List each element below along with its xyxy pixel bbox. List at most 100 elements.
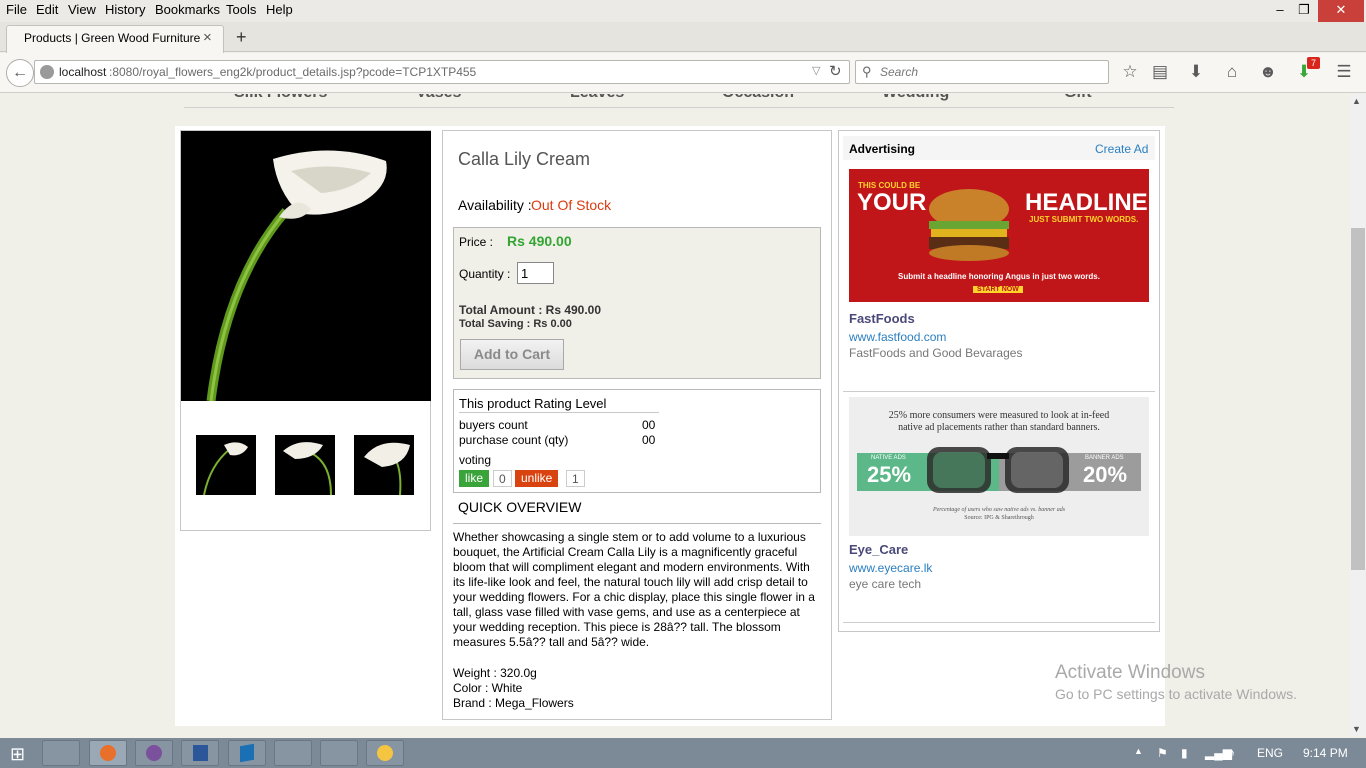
thumbnail-3[interactable] (354, 435, 414, 496)
flag-icon[interactable]: ⚑ (1157, 746, 1168, 760)
quantity-input[interactable] (517, 262, 554, 284)
menu-edit[interactable]: Edit (36, 2, 58, 17)
overview-divider (453, 523, 821, 524)
url-host: localhost (59, 65, 107, 79)
home-icon[interactable]: ⌂ (1220, 61, 1244, 83)
rating-title: This product Rating Level (459, 396, 659, 413)
eyecare-banner[interactable]: 25% more consumers were measured to look… (849, 397, 1149, 536)
product-main-image[interactable] (181, 131, 431, 402)
category-silk-flowers[interactable]: Silk Flowers (234, 94, 327, 102)
globe-icon[interactable] (40, 65, 54, 79)
ad1-url[interactable]: www.fastfood.com (849, 330, 946, 344)
total-saving: Total Saving : Rs 0.00 (459, 318, 572, 330)
activate-windows-subtitle: Go to PC settings to activate Windows. (1055, 686, 1297, 702)
menu-tools[interactable]: Tools (226, 2, 256, 17)
quick-overview-title: QUICK OVERVIEW (458, 499, 582, 515)
quantity-label: Quantity : (459, 267, 511, 281)
restore-icon[interactable]: ❐ (1292, 0, 1316, 22)
chat-icon[interactable]: ☻ (1256, 61, 1280, 83)
ad2-name[interactable]: Eye_Care (849, 542, 908, 557)
banner-your: YOUR (857, 189, 927, 216)
unlike-count: 1 (566, 470, 585, 487)
product-description: Whether showcasing a single stem or to a… (453, 530, 815, 649)
price-value: Rs 490.00 (507, 233, 572, 249)
battery-icon[interactable]: ▮ (1181, 746, 1188, 760)
category-wedding[interactable]: Wedding (882, 94, 949, 102)
scrollbar-thumb[interactable] (1351, 228, 1365, 570)
ad1-desc: FastFoods and Good Bevarages (849, 346, 1023, 360)
paint-logo-icon (377, 745, 393, 761)
reading-list-icon[interactable]: ▤ (1148, 61, 1172, 83)
file-explorer-icon[interactable] (42, 740, 80, 766)
close-window-icon[interactable]: ✕ (1318, 0, 1364, 22)
banner-line1: 25% more consumers were measured to look… (888, 410, 1110, 421)
reload-icon[interactable]: ↻ (829, 62, 842, 80)
footnote-1: Percentage of users who saw native ads v… (932, 507, 1066, 513)
ad2-desc: eye care tech (849, 577, 922, 591)
category-vases[interactable]: Vases (416, 94, 461, 102)
banner-line2: native ad placements rather than standar… (898, 422, 1100, 433)
total-amount: Total Amount : Rs 490.00 (459, 303, 602, 317)
banner-ads-value: 20% (1083, 462, 1128, 487)
image-viewer-icon[interactable] (274, 740, 312, 766)
back-icon[interactable]: ← (6, 59, 34, 87)
tray-expand-icon[interactable]: ▲ (1134, 746, 1143, 756)
fastfood-banner[interactable]: THIS COULD BE YOUR HEADLINE. JUST SUBMIT… (849, 169, 1149, 302)
network-icon[interactable]: ▂▄▆ (1205, 746, 1232, 760)
unlike-button[interactable]: unlike (515, 470, 559, 487)
search-placeholder: Search (880, 65, 919, 79)
native-label: NATIVE ADS (871, 455, 906, 461)
scroll-up-icon[interactable]: ▲ (1352, 96, 1361, 106)
dropdown-arrow-icon[interactable]: ▽ (812, 64, 820, 77)
banner-note: Submit a headline honoring Angus in just… (898, 272, 1100, 281)
category-gift[interactable]: Gift (1064, 94, 1092, 102)
add-to-cart-button[interactable]: Add to Cart (460, 339, 564, 370)
notification-badge: 7 (1307, 57, 1320, 69)
menu-history[interactable]: History (105, 2, 145, 17)
menu-view[interactable]: View (68, 2, 96, 17)
ad2-url[interactable]: www.eyecare.lk (849, 561, 932, 575)
thumbnail-2[interactable] (275, 435, 335, 496)
bookmark-star-icon[interactable]: ☆ (1118, 61, 1142, 83)
menu-file[interactable]: File (6, 2, 27, 17)
category-leaves[interactable]: Leaves (570, 94, 624, 102)
price-label: Price : (459, 235, 494, 249)
minimize-icon[interactable]: – (1268, 0, 1292, 22)
category-nav: Silk Flowers Vases Leaves Occasion Weddi… (184, 94, 1174, 108)
product-title: Calla Lily Cream (458, 149, 591, 169)
remote-desktop-icon[interactable] (320, 740, 358, 766)
footnote-2: Source: IPG & Sharethrough (964, 515, 1034, 521)
banner-cta: START NOW (973, 286, 1023, 293)
availability-label: Availability : (458, 197, 532, 213)
ads-title: Advertising (849, 142, 916, 156)
volume-icon[interactable]: ♪ (1229, 746, 1235, 760)
language-indicator[interactable]: ENG (1257, 746, 1283, 760)
scroll-down-icon[interactable]: ▼ (1352, 724, 1361, 734)
like-button[interactable]: like (459, 470, 490, 487)
banner-sub: JUST SUBMIT TWO WORDS. (1029, 215, 1139, 224)
voting-label: voting (459, 453, 492, 467)
thumbnail-1[interactable] (196, 435, 256, 496)
availability-value: Out Of Stock (531, 197, 612, 213)
category-occasion[interactable]: Occasion (722, 94, 794, 102)
tab-close-icon[interactable]: × (203, 29, 212, 46)
purchase-count-value: 00 (642, 433, 656, 447)
product-weight: Weight : 320.0g (453, 666, 537, 680)
product-brand: Brand : Mega_Flowers (453, 696, 574, 710)
activate-windows-title: Activate Windows (1055, 662, 1205, 683)
menu-help[interactable]: Help (266, 2, 293, 17)
windows-start-icon[interactable]: ⊞ (10, 744, 25, 765)
create-ad-link[interactable]: Create Ad (1095, 142, 1148, 156)
hamburger-menu-icon[interactable]: ☰ (1332, 61, 1356, 83)
ad1-name[interactable]: FastFoods (849, 311, 915, 326)
clock[interactable]: 9:14 PM (1303, 746, 1348, 760)
ads-divider-2 (843, 622, 1155, 623)
banner-ads-label: BANNER ADS (1085, 455, 1124, 461)
native-value: 25% (867, 462, 912, 487)
new-tab-icon[interactable]: + (236, 27, 247, 48)
like-count: 0 (493, 470, 512, 487)
menu-bookmarks[interactable]: Bookmarks (155, 2, 220, 17)
buyers-count-label: buyers count (459, 418, 528, 432)
virtualbox-logo-icon (240, 743, 254, 763)
download-icon[interactable]: ⬇ (1184, 61, 1208, 83)
